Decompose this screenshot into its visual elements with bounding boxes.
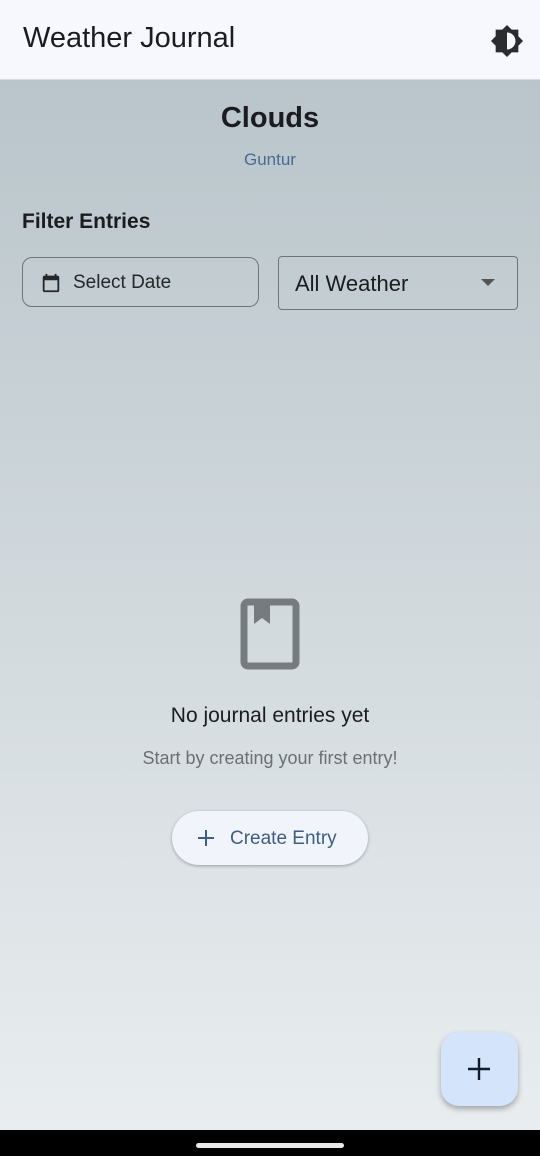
dropdown-arrow-icon (481, 279, 495, 286)
bookmark-book-icon (240, 598, 300, 670)
empty-state-title: No journal entries yet (170, 704, 370, 727)
weather-filter-value: All Weather (295, 271, 409, 296)
city-name: Guntur (244, 150, 296, 169)
theme-toggle-icon[interactable] (490, 24, 524, 58)
create-entry-label: Create Entry (230, 828, 337, 849)
filter-heading: Filter Entries (22, 210, 151, 233)
app-title: Weather Journal (23, 22, 236, 54)
calendar-icon (42, 273, 60, 293)
main-content: Clouds Guntur Filter Entries Select Date… (0, 80, 540, 1130)
select-date-button[interactable]: Select Date (22, 257, 259, 307)
home-gesture-handle[interactable] (196, 1143, 344, 1148)
plus-icon (198, 830, 214, 846)
weather-condition: Clouds (220, 102, 320, 134)
app-bar: Weather Journal (0, 0, 540, 80)
empty-state-subtitle: Start by creating your first entry! (142, 748, 398, 768)
weather-filter-dropdown[interactable]: All Weather (278, 256, 518, 310)
create-entry-button[interactable]: Create Entry (172, 811, 368, 865)
add-entry-fab[interactable] (441, 1032, 518, 1106)
select-date-label: Select Date (73, 272, 172, 293)
plus-icon (468, 1058, 490, 1080)
